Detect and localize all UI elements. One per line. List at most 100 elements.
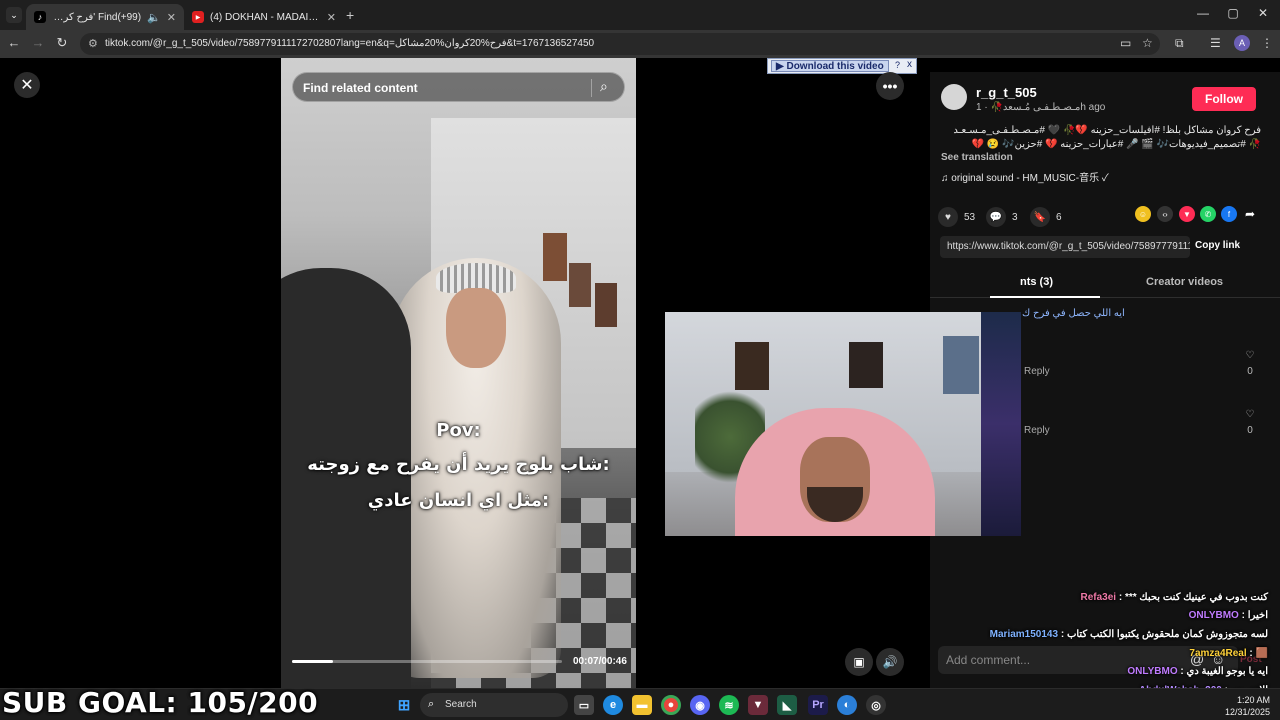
panel-tabs: nts (3) Creator videos: [930, 268, 1280, 298]
sound-label: original sound - HM_MUSIC-音乐 ✓: [951, 173, 1109, 184]
share-link-field[interactable]: https://www.tiktok.com/@r_g_t_505/video/…: [940, 236, 1190, 258]
video-time: 00:07/00:46: [573, 656, 627, 667]
media-app-icon[interactable]: ◣: [777, 695, 797, 715]
chat-separator: :: [1177, 666, 1187, 677]
address-bar[interactable]: ⚙ tiktok.com/@r_g_t_505/video/7589779111…: [80, 33, 1160, 55]
bookmark-star-icon[interactable]: ☆: [1142, 36, 1153, 50]
speaker-icon: 🔊: [882, 655, 898, 669]
discord-icon[interactable]: ◉: [690, 695, 710, 715]
window-close-icon[interactable]: ✕: [1248, 6, 1278, 20]
author-subline: مـصـطـفـى مُـسعد🥀 · 1h ago: [976, 102, 1105, 113]
heart-icon: ♥: [938, 207, 958, 227]
profile-avatar[interactable]: A: [1234, 35, 1250, 51]
clock-date: 12/31/2025: [1224, 707, 1270, 717]
emoji-share-icon[interactable]: ☺: [1135, 206, 1151, 222]
chat-message: ONLYBMO : ايه يا بوجو الغيبة دي: [1123, 666, 1268, 677]
extensions-icon[interactable]: ⧉: [1175, 36, 1184, 51]
chat-message: Mariam150143 : لسه متجوزوش كمان ملحقوش ي…: [986, 629, 1268, 640]
url-text: tiktok.com/@r_g_t_505/video/758977911117…: [105, 38, 595, 49]
video-progress-bar[interactable]: [292, 660, 562, 663]
task-view-icon[interactable]: ▭: [574, 695, 594, 715]
chat-separator: :: [1116, 592, 1125, 603]
forward-icon[interactable]: →: [28, 35, 48, 50]
see-translation-link[interactable]: See translation: [941, 152, 1013, 163]
copy-link-button[interactable]: Copy link: [1195, 240, 1240, 251]
video-scene-frame: [595, 283, 617, 327]
close-icon[interactable]: ✕: [167, 11, 176, 24]
tab-tiktok[interactable]: ♪ (99+)Find 'فرح كروان مشاكل 🔈 ✕: [26, 4, 184, 30]
browser-toolbar: ← → ↻ ⚙ tiktok.com/@r_g_t_505/video/7589…: [0, 30, 1280, 58]
file-explorer-icon[interactable]: ▬: [632, 695, 652, 715]
close-video-button[interactable]: ✕: [14, 72, 40, 98]
search-placeholder: Find related content: [303, 81, 418, 95]
comment-like-icon[interactable]: ♡: [1243, 350, 1257, 361]
pip-button[interactable]: ▣: [845, 648, 873, 676]
taskbar-search[interactable]: ⌕ Search: [420, 693, 568, 717]
chat-message: 7amza4Real : 🟫: [1185, 648, 1268, 659]
follow-button[interactable]: Follow: [1192, 87, 1256, 111]
reading-list-icon[interactable]: ☰: [1210, 36, 1221, 50]
volume-button[interactable]: 🔊: [876, 648, 904, 676]
embed-icon[interactable]: ‹›: [1157, 206, 1173, 222]
premiere-icon[interactable]: Pr: [808, 695, 828, 715]
system-clock[interactable]: 1:20 AM 12/31/2025: [1222, 694, 1270, 718]
chat-username: Refa3ei: [1080, 592, 1117, 603]
chat-message: ONLYBMO : اخيرا: [1185, 610, 1268, 621]
menu-icon[interactable]: ⋮: [1261, 36, 1273, 50]
comment-stat[interactable]: 💬 3: [986, 207, 1018, 227]
send-icon[interactable]: ▼: [1179, 206, 1195, 222]
video-player[interactable]: Pov: شاب بلوج يريد أن يفرح مع زوجته: مثل…: [281, 58, 636, 688]
comment-like-icon[interactable]: ♡: [1243, 409, 1257, 420]
like-stat[interactable]: ♥ 53: [938, 207, 975, 227]
chat-text: لسه متجوزوش كمان ملحقوش يكتبوا الكتب كتا…: [1066, 629, 1268, 640]
reply-link[interactable]: Reply: [1024, 366, 1050, 377]
help-icon[interactable]: ?: [895, 60, 900, 70]
close-icon[interactable]: x: [907, 59, 912, 70]
search-icon[interactable]: ⌕: [600, 78, 608, 95]
app-icon[interactable]: ▼: [748, 695, 768, 715]
tab-youtube[interactable]: ▶ (4) DOKHAN - MADAIMADAI ✕: [184, 4, 344, 30]
tab-search-button[interactable]: ⌄: [6, 7, 22, 23]
search-icon: ⌕: [428, 698, 435, 710]
save-stat[interactable]: 🔖 6: [1030, 207, 1062, 227]
avatar[interactable]: [941, 84, 967, 110]
username[interactable]: r_g_t_505: [976, 85, 1037, 100]
chrome-icon[interactable]: ●: [661, 695, 681, 715]
tab-creator-videos[interactable]: Creator videos: [1146, 276, 1223, 288]
download-video-button[interactable]: ▶ Download this video: [771, 60, 889, 72]
browser-app-icon[interactable]: ◐: [837, 695, 857, 715]
facebook-icon[interactable]: f: [1221, 206, 1237, 222]
spotify-icon[interactable]: ≋: [719, 695, 739, 715]
cast-icon[interactable]: ▭: [1120, 36, 1131, 50]
back-icon[interactable]: ←: [4, 35, 24, 50]
browser-tab-bar: ⌄ ♪ (99+)Find 'فرح كروان مشاكل 🔈 ✕ ▶ (4)…: [0, 0, 1280, 30]
speaker-icon[interactable]: 🔈: [147, 11, 161, 24]
chat-text: اخيرا: [1247, 610, 1268, 621]
video-caption-line2: شاب بلوج يريد أن يفرح مع زوجته:: [307, 454, 610, 475]
restore-icon[interactable]: ▢: [1218, 6, 1248, 20]
reload-icon[interactable]: ↻: [52, 35, 72, 51]
obs-icon[interactable]: ◎: [866, 695, 886, 715]
related-search-bar[interactable]: Find related content ⌕: [292, 72, 625, 102]
close-icon[interactable]: ✕: [327, 11, 336, 24]
forward-share-icon[interactable]: ➦: [1242, 206, 1258, 222]
sound-link[interactable]: ♫ original sound - HM_MUSIC-音乐 ✓: [941, 169, 1109, 184]
site-info-icon[interactable]: ⚙: [88, 37, 98, 50]
minimize-icon[interactable]: —: [1188, 6, 1218, 20]
reply-link[interactable]: Reply: [1024, 425, 1050, 436]
chat-separator: :: [1058, 629, 1067, 640]
streamer-webcam: [665, 312, 1021, 536]
close-icon: ✕: [20, 77, 34, 94]
windows-start-icon[interactable]: ⊞: [394, 695, 414, 715]
post-description: فرح كروان مشاكل بلظ! #افيلسات_حزينه 💔🥀 🖤…: [953, 125, 1261, 150]
comment-icon: 💬: [986, 207, 1006, 227]
edge-icon[interactable]: e: [603, 695, 623, 715]
tab-comments[interactable]: nts (3): [1020, 276, 1053, 288]
whatsapp-icon[interactable]: ✆: [1200, 206, 1216, 222]
new-tab-icon[interactable]: +: [346, 7, 354, 23]
ellipsis-icon: •••: [882, 78, 898, 94]
chat-username: 7amza4Real: [1189, 648, 1247, 659]
taskbar-search-label: Search: [445, 699, 477, 710]
more-options-button[interactable]: •••: [876, 72, 904, 100]
comment-like-count: 0: [1247, 425, 1253, 436]
